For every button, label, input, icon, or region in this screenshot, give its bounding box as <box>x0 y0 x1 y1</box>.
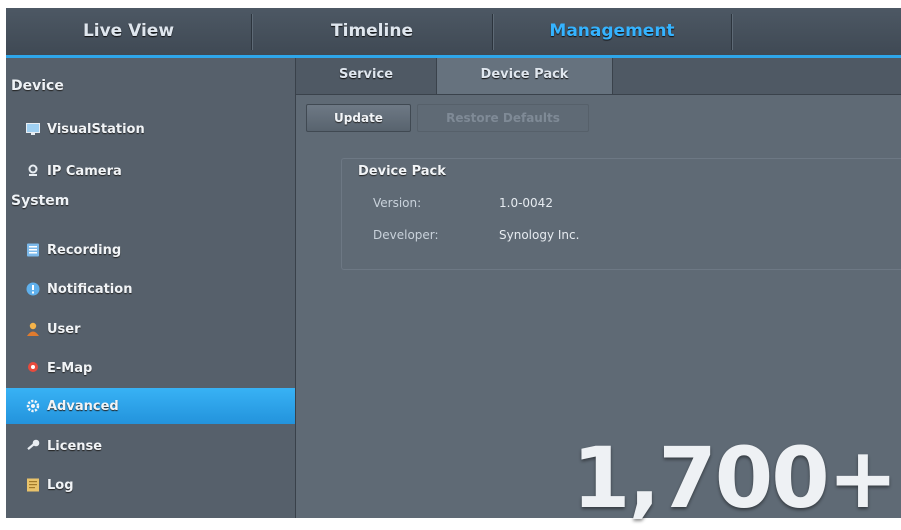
tab-service[interactable]: Service <box>296 58 436 94</box>
sidebar-item-label: Recording <box>47 242 122 258</box>
sidebar-item-recording[interactable]: Recording <box>6 232 295 268</box>
tab-divider <box>731 14 732 50</box>
sidebar-item-user[interactable]: User <box>6 311 295 347</box>
sidebar-item-label: User <box>47 321 81 337</box>
developer-label: Developer: <box>373 228 439 242</box>
gear-icon <box>26 399 40 413</box>
sidebar: Device IP Camera VisualStation System Re… <box>6 58 296 518</box>
sidebar-item-label: VisualStation <box>47 121 145 137</box>
group-title: Device Pack <box>358 164 446 179</box>
camera-icon <box>26 164 40 178</box>
sidebar-section-system: System <box>11 193 70 209</box>
version-value: 1.0-0042 <box>499 196 553 210</box>
sidebar-item-notification[interactable]: Notification <box>6 271 295 307</box>
user-icon <box>26 322 40 336</box>
key-icon <box>26 439 40 453</box>
notification-icon <box>26 282 40 296</box>
sidebar-item-advanced[interactable]: Advanced <box>6 388 295 424</box>
developer-value: Synology Inc. <box>499 228 580 242</box>
promo-count-overlay: 1,700+ <box>572 429 898 527</box>
sidebar-item-label: IP Camera <box>47 163 122 179</box>
log-icon <box>26 478 40 492</box>
sidebar-item-ip-camera[interactable]: IP Camera <box>6 153 295 189</box>
sidebar-item-label: Advanced <box>47 398 119 414</box>
tab-device-pack[interactable]: Device Pack <box>436 58 613 94</box>
sidebar-item-label: License <box>47 438 103 454</box>
version-label: Version: <box>373 196 422 210</box>
sidebar-item-visualstation[interactable]: VisualStation <box>6 111 295 147</box>
update-button[interactable]: Update <box>306 104 411 132</box>
map-pin-icon <box>26 361 40 375</box>
restore-defaults-button[interactable]: Restore Defaults <box>417 104 589 132</box>
sidebar-item-label: Notification <box>47 281 133 297</box>
tab-live-view[interactable]: Live View <box>6 8 251 55</box>
sidebar-item-e-map[interactable]: E-Map <box>6 350 295 386</box>
sidebar-item-label: E-Map <box>47 360 93 376</box>
sidebar-section-device: Device <box>11 78 64 94</box>
sidebar-item-log[interactable]: Log <box>6 467 295 503</box>
content-tabs: Service Device Pack <box>296 58 901 95</box>
sidebar-item-license[interactable]: License <box>6 428 295 464</box>
top-navigation: Live View Timeline Management <box>6 8 901 58</box>
sidebar-item-label: Log <box>47 477 74 493</box>
tab-timeline[interactable]: Timeline <box>252 8 492 55</box>
monitor-icon <box>26 122 40 136</box>
recording-icon <box>26 243 40 257</box>
tab-management[interactable]: Management <box>493 8 731 55</box>
